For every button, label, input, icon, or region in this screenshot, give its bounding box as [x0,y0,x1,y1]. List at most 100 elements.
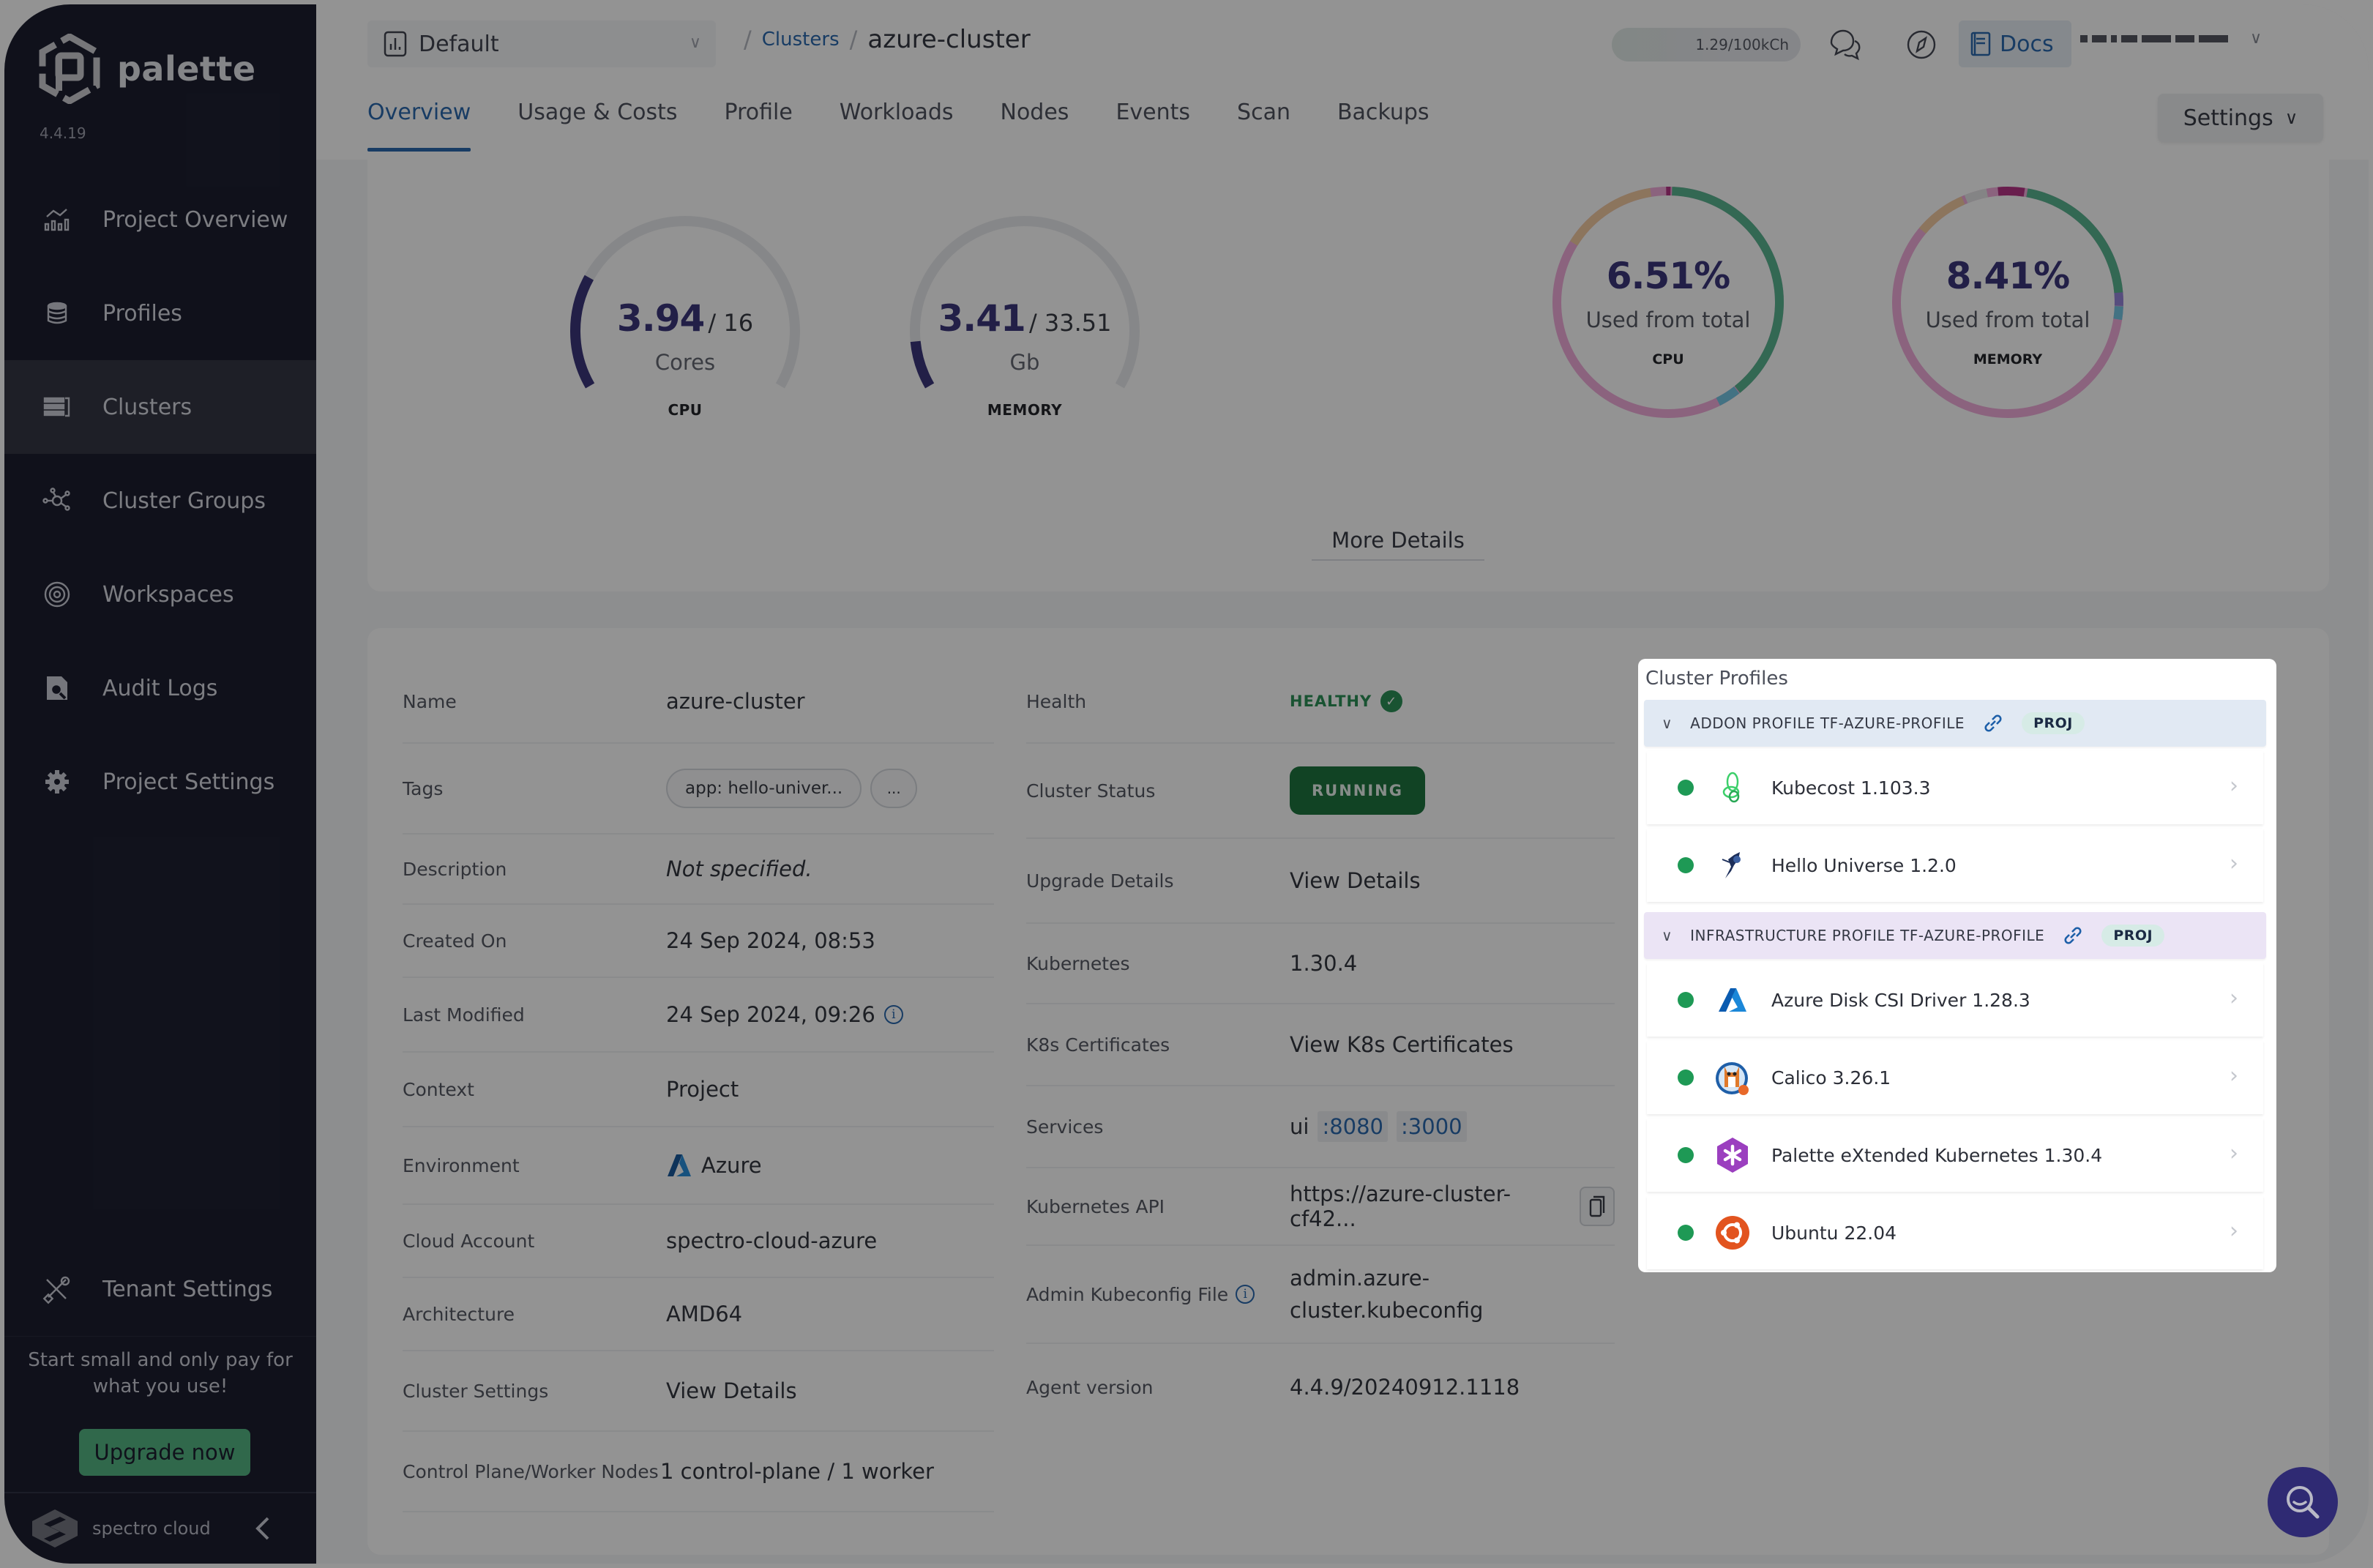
compass-icon[interactable] [1903,26,1940,63]
hello-universe-icon [1714,847,1751,884]
tools-icon [42,1275,72,1304]
sidebar-item-label: Workspaces [102,581,234,608]
tab-overview[interactable]: Overview [367,100,471,152]
calico-icon [1714,1059,1751,1096]
tags-more-button[interactable]: ... [870,769,918,808]
copy-button[interactable] [1580,1187,1615,1226]
info-icon[interactable]: i [1236,1285,1255,1304]
detail-label: Control Plane/Worker Nodes [403,1460,659,1482]
detail-label: Admin Kubeconfig File i [1026,1284,1290,1305]
spectro-cloud-logo-icon [32,1509,78,1548]
agent-version-value: 4.4.9/20240912.1118 [1290,1375,1520,1400]
detail-row-last-modified: Last Modified 24 Sep 2024, 09:26 i [403,978,994,1053]
sidebar-footer: spectro cloud [4,1492,316,1564]
donut-segment-cyan [1552,187,1784,418]
spectro-cloud-brand: spectro cloud [92,1518,211,1539]
azure-icon [668,1154,691,1176]
pack-row-hello-universe[interactable]: Hello Universe 1.2.0 › [1647,829,2263,902]
tab-backups[interactable]: Backups [1337,100,1430,152]
chat-bubbles-icon[interactable] [1827,26,1864,63]
sidebar-item-cluster-groups[interactable]: Cluster Groups [4,454,316,548]
detail-label: Health [1026,690,1087,712]
tab-workloads[interactable]: Workloads [840,100,954,152]
sidebar-item-project-overview[interactable]: Project Overview [4,173,316,266]
link-icon[interactable] [1982,712,2004,734]
link-icon[interactable] [2062,925,2084,947]
donut-segment-violet [1892,187,2123,418]
cluster-profiles-title: Cluster Profiles [1645,668,1788,690]
sidebar-item-profiles[interactable]: Profiles [4,266,316,360]
cluster-settings-view-details-link[interactable]: View Details [666,1378,797,1403]
tag-chip[interactable]: app: hello-univer... [666,769,862,808]
upgrade-view-details-link[interactable]: View Details [1290,868,1421,893]
sidebar-item-project-settings[interactable]: Project Settings [4,735,316,829]
cluster-status-badge: RUNNING [1290,766,1425,815]
orbit-target-icon [42,580,72,609]
addon-profile-header[interactable]: ∨ ADDON PROFILE TF-AZURE-PROFILE PROJ [1644,700,2266,747]
tab-nodes[interactable]: Nodes [1001,100,1069,152]
detail-row-admin-kubeconfig: Admin Kubeconfig File i admin.azure- clu… [1026,1246,1615,1344]
cpu-usage-donut: 6.51% Used from total CPU [1547,182,1789,423]
tab-events[interactable]: Events [1116,100,1190,152]
sidebar-item-tenant-settings[interactable]: Tenant Settings [4,1243,316,1337]
settings-dropdown-button[interactable]: Settings ∨ [2158,94,2323,142]
help-search-button[interactable] [2268,1467,2338,1537]
pack-name: Azure Disk CSI Driver 1.28.3 [1771,989,2030,1011]
pack-row-calico[interactable]: Calico 3.26.1 › [1647,1041,2263,1114]
collapse-sidebar-chevron-left-icon[interactable] [252,1514,274,1543]
info-icon[interactable]: i [883,1005,903,1024]
sidebar-item-label: Cluster Groups [102,488,266,514]
service-port-link[interactable]: :3000 [1397,1111,1467,1142]
project-name: Default [419,31,499,57]
detail-row-cloud-account: Cloud Account spectro-cloud-azure [403,1205,994,1278]
project-selector[interactable]: Default ∨ [367,20,716,67]
sidebar-item-audit-logs[interactable]: Audit Logs [4,641,316,735]
chevron-down-icon: ∨ [2284,108,2298,128]
detail-row-cluster-status: Cluster Status RUNNING [1026,744,1615,839]
pack-row-azure-disk-csi[interactable]: Azure Disk CSI Driver 1.28.3 › [1647,963,2263,1037]
app-version: 4.4.19 [40,124,86,142]
status-dot-healthy [1678,1147,1694,1163]
detail-row-kubernetes: Kubernetes 1.30.4 [1026,924,1615,1004]
detail-label: Upgrade Details [1026,870,1174,892]
pack-row-kubecost[interactable]: Kubecost 1.103.3 › [1647,751,2263,824]
docs-button[interactable]: Docs [1959,20,2071,67]
breadcrumb-separator: / [849,26,858,53]
tab-profile[interactable]: Profile [725,100,793,152]
cluster-profiles-card: Cluster Profiles ∨ ADDON PROFILE TF-AZUR… [1638,659,2276,1272]
detail-row-kubernetes-api: Kubernetes API https://azure-cluster-cf4… [1026,1168,1615,1246]
admin-kubeconfig-label: Admin Kubeconfig File [1026,1283,1229,1305]
usage-meter[interactable]: 1.29/100kCh [1612,28,1801,61]
network-nodes-icon [42,486,72,515]
donut-segment-peach [1552,187,1784,418]
cpu-total: / 16 [708,309,754,337]
tenant-settings-label: Tenant Settings [102,1277,273,1302]
pack-name: Ubuntu 22.04 [1771,1222,1897,1244]
admin-kubeconfig-download-link[interactable]: admin.azure- cluster.kubeconfig [1290,1262,1483,1326]
memory-donut-label: MEMORY [1973,351,2043,367]
sidebar-item-workspaces[interactable]: Workspaces [4,548,316,641]
cpu-gauge: 3.94 / 16 Cores CPU [561,206,810,455]
redacted-user-name [2080,34,2228,42]
sidebar-item-clusters[interactable]: Clusters [4,360,316,454]
pack-row-palette-extended-kubernetes[interactable]: Palette eXtended Kubernetes 1.30.4 › [1647,1119,2263,1192]
tab-scan[interactable]: Scan [1237,100,1290,152]
tab-usage-costs[interactable]: Usage & Costs [517,100,677,152]
view-k8s-certificates-link[interactable]: View K8s Certificates [1290,1032,1514,1057]
detail-row-k8s-certificates: K8s Certificates View K8s Certificates [1026,1004,1615,1086]
user-menu[interactable]: ∨ [2080,29,2262,48]
pack-row-ubuntu[interactable]: Ubuntu 22.04 › [1647,1196,2263,1269]
cpu-donut-subtitle: Used from total [1585,307,1751,332]
created-on-value: 24 Sep 2024, 08:53 [666,928,875,953]
memory-used: 3.41 [938,297,1025,340]
search-icon [2287,1486,2320,1519]
palette-logo[interactable]: palette [38,34,256,104]
service-port-link[interactable]: :8080 [1318,1111,1389,1142]
breadcrumb-clusters-link[interactable]: Clusters [762,29,840,51]
document-search-icon [42,673,72,703]
profile-group-title: INFRASTRUCTURE PROFILE TF-AZURE-PROFILE [1690,927,2045,944]
infrastructure-profile-header[interactable]: ∨ INFRASTRUCTURE PROFILE TF-AZURE-PROFIL… [1644,912,2266,959]
upgrade-now-button[interactable]: Upgrade now [79,1429,250,1476]
more-details-button[interactable]: More Details [1312,521,1484,561]
detail-row-health: Health HEALTHY ✓ [1026,660,1615,744]
